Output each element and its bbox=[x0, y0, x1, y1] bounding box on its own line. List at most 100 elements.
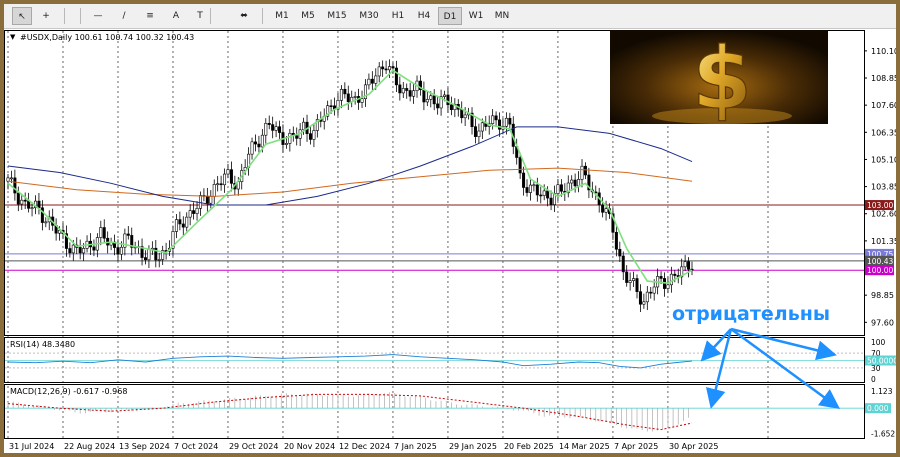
candle-body bbox=[635, 278, 639, 292]
y-tick-label: 103.85 bbox=[871, 183, 896, 192]
candle-body bbox=[673, 273, 677, 276]
candle-body bbox=[216, 183, 220, 186]
candle-body bbox=[535, 184, 539, 196]
fibo-tool-icon[interactable]: ≡ bbox=[140, 7, 160, 25]
price-level-label: 103.00 bbox=[867, 201, 893, 210]
candle-body bbox=[223, 173, 227, 186]
timeframe-d1-button[interactable]: D1 bbox=[438, 7, 462, 25]
candle-body bbox=[473, 126, 477, 137]
x-tick-label: 7 Apr 2025 bbox=[614, 442, 658, 451]
candle-body bbox=[229, 169, 233, 184]
candle-body bbox=[508, 117, 512, 125]
crosshair-tool-icon[interactable]: + bbox=[36, 7, 56, 25]
candle-body bbox=[92, 246, 96, 251]
text-tool-icon[interactable]: A bbox=[166, 7, 186, 25]
candle-body bbox=[539, 194, 543, 197]
candle-body bbox=[614, 231, 618, 250]
candle-body bbox=[82, 248, 86, 254]
chart-area[interactable]: 110.10 108.85 107.60 106.35 105.10 103.85 102.… bbox=[4, 30, 896, 453]
candle-body bbox=[649, 291, 653, 294]
candle-body bbox=[577, 179, 581, 187]
timeframe-m1-button[interactable]: M1 bbox=[270, 7, 294, 25]
shapes-tool-icon[interactable]: ⬌ bbox=[234, 7, 254, 25]
candle-body bbox=[504, 117, 508, 127]
timeframe-mn-button[interactable]: MN bbox=[490, 7, 514, 25]
candle-body bbox=[6, 177, 10, 182]
candle-body bbox=[518, 157, 522, 174]
candle-body bbox=[271, 124, 275, 131]
y-tick-label: 98.85 bbox=[871, 291, 894, 300]
candle-body bbox=[264, 123, 268, 136]
candle-body bbox=[147, 249, 151, 261]
symbol-dropdown-icon: ▼ bbox=[10, 33, 16, 41]
cursor-tool-icon[interactable]: ↖ bbox=[12, 7, 32, 25]
candle-body bbox=[192, 210, 196, 214]
candle-body bbox=[532, 184, 536, 187]
x-tick-label: 7 Jan 2025 bbox=[394, 442, 437, 451]
y-tick-label: 106.35 bbox=[871, 128, 896, 137]
candle-body bbox=[284, 143, 288, 145]
timeframe-m5-button[interactable]: M5 bbox=[296, 7, 320, 25]
candle-body bbox=[377, 66, 381, 77]
price-level-label: 100.00 bbox=[867, 266, 893, 275]
timeframe-h4-button[interactable]: H4 bbox=[412, 7, 436, 25]
x-tick-label: 20 Feb 2025 bbox=[504, 442, 554, 451]
label-tool-icon[interactable]: T bbox=[190, 7, 210, 25]
x-tick-label: 31 Jul 2024 bbox=[9, 442, 54, 451]
candle-body bbox=[559, 184, 563, 192]
macd-tick-label: -1.652 bbox=[871, 429, 895, 438]
y-tick-label: 107.60 bbox=[871, 101, 896, 110]
candle-body bbox=[181, 223, 185, 228]
candle-body bbox=[195, 207, 199, 214]
timeframe-m30-button[interactable]: M30 bbox=[354, 7, 384, 25]
x-tick-label: 30 Apr 2025 bbox=[669, 442, 718, 451]
candle-body bbox=[37, 200, 41, 209]
candle-body bbox=[370, 78, 374, 84]
toolbar-separator bbox=[210, 8, 211, 24]
candle-body bbox=[312, 130, 316, 140]
candle-body bbox=[329, 105, 333, 108]
candle-body bbox=[436, 103, 440, 109]
timeframe-w1-button[interactable]: W1 bbox=[464, 7, 488, 25]
candle-body bbox=[494, 115, 498, 121]
candle-body bbox=[188, 210, 192, 218]
timeframe-h1-button[interactable]: H1 bbox=[386, 7, 410, 25]
toolbar-separator bbox=[64, 8, 65, 24]
x-tick-label: 13 Sep 2024 bbox=[119, 442, 170, 451]
candle-body bbox=[460, 108, 464, 119]
candle-body bbox=[388, 66, 392, 71]
rsi-label: RSI(14) 48.3480 bbox=[10, 340, 75, 349]
rsi-tick-label: 30 bbox=[871, 364, 881, 373]
hline-tool-icon[interactable]: — bbox=[88, 7, 108, 25]
candle-body bbox=[119, 246, 123, 255]
candle-body bbox=[432, 95, 436, 105]
candle-body bbox=[343, 88, 347, 95]
candle-body bbox=[143, 257, 147, 261]
candle-body bbox=[209, 196, 213, 204]
candle-body bbox=[360, 98, 364, 103]
candle-body bbox=[604, 208, 608, 213]
candle-body bbox=[198, 195, 202, 209]
candle-body bbox=[9, 177, 13, 180]
macd-tick-label: 1.123 bbox=[871, 387, 893, 396]
x-tick-label: 12 Dec 2024 bbox=[339, 442, 390, 451]
candle-body bbox=[394, 67, 398, 86]
candle-body bbox=[638, 291, 642, 305]
toolbar-separator bbox=[80, 8, 81, 24]
candle-body bbox=[546, 190, 550, 199]
candle-body bbox=[549, 197, 553, 205]
candle-body bbox=[260, 134, 264, 148]
trendline-tool-icon[interactable]: / bbox=[114, 7, 134, 25]
candle-body bbox=[446, 94, 450, 106]
candle-body bbox=[556, 184, 560, 194]
y-tick-label: 105.10 bbox=[871, 155, 896, 164]
candle-body bbox=[542, 190, 546, 196]
candle-body bbox=[625, 271, 629, 283]
candle-body bbox=[257, 143, 261, 148]
timeframe-m15-button[interactable]: M15 bbox=[322, 7, 352, 25]
candle-body bbox=[463, 114, 467, 119]
candle-body bbox=[528, 184, 532, 193]
x-tick-label: 22 Aug 2024 bbox=[64, 442, 115, 451]
candle-body bbox=[443, 94, 447, 97]
candle-body bbox=[353, 96, 357, 98]
